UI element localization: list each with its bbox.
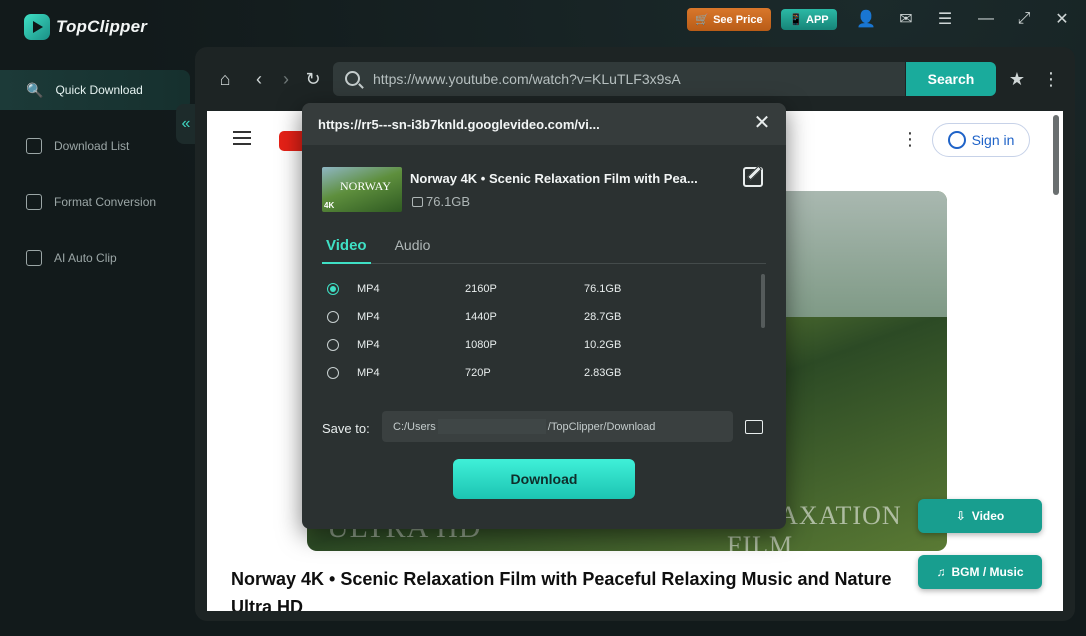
sidebar-item-ai-auto-clip[interactable]: AI Auto Clip xyxy=(0,238,190,278)
dialog-title: https://rr5---sn-i3b7knld.googlevideo.co… xyxy=(302,103,786,145)
mail-icon[interactable]: ✉ xyxy=(896,9,916,29)
minimize-icon[interactable]: — xyxy=(976,9,996,29)
see-price-button[interactable]: 🛒 See Price xyxy=(687,8,771,31)
close-icon[interactable]: ✕ xyxy=(752,113,772,133)
home-icon[interactable]: ⌂ xyxy=(215,69,235,89)
app-logo: TopClipper xyxy=(24,14,147,40)
storage-icon xyxy=(412,196,423,207)
video-float-label: Video xyxy=(971,509,1005,523)
format-type: MP4 xyxy=(357,339,380,351)
video-name: Norway 4K • Scenic Relaxation Film with … xyxy=(410,171,698,186)
video-size-value: 76.1GB xyxy=(426,194,471,209)
save-path-end: /TopClipper/Download xyxy=(547,420,656,433)
format-row[interactable]: MP4 720P 2.83GB xyxy=(322,359,758,387)
video-download-float-button[interactable]: ⇩ Video xyxy=(918,499,1042,533)
format-type: MP4 xyxy=(357,311,380,323)
webview-scrollbar[interactable] xyxy=(1053,115,1059,195)
refresh-icon[interactable]: ↻ xyxy=(303,69,323,89)
save-path-start: C:/Users xyxy=(393,420,436,433)
maximize-icon[interactable]: ⤢ xyxy=(1014,9,1034,29)
star-icon[interactable]: ★ xyxy=(1007,69,1027,89)
format-size: 2.83GB xyxy=(584,367,622,379)
format-type: MP4 xyxy=(357,367,380,379)
app-name: TopClipper xyxy=(56,17,148,36)
tab-video[interactable]: Video xyxy=(322,237,371,264)
sidebar-item-label: Download List xyxy=(54,139,130,153)
sidebar-item-label: Quick Download xyxy=(55,83,143,97)
download-options-dialog: https://rr5---sn-i3b7knld.googlevideo.co… xyxy=(302,103,786,529)
app-button-label: APP xyxy=(806,13,829,26)
app-button[interactable]: 📱 APP xyxy=(781,9,837,30)
thumbnail-label: NORWAY xyxy=(340,179,391,193)
format-size: 76.1GB xyxy=(584,283,622,295)
format-row[interactable]: MP4 1080P 10.2GB xyxy=(322,331,758,359)
download-video-icon: ⇩ xyxy=(955,509,966,523)
phone-icon: 📱 xyxy=(789,14,804,26)
youtube-more-icon[interactable]: ⋮ xyxy=(901,129,919,150)
format-resolution: 1440P xyxy=(465,311,497,323)
youtube-menu-icon[interactable] xyxy=(233,131,251,145)
sign-in-label: Sign in xyxy=(971,132,1015,148)
sidebar-item-download-list[interactable]: Download List xyxy=(0,126,190,166)
video-title: Norway 4K • Scenic Relaxation Film with … xyxy=(231,569,892,611)
forward-icon[interactable]: › xyxy=(276,69,296,89)
music-download-float-button[interactable]: ♫ BGM / Music xyxy=(918,555,1042,589)
format-list-scrollbar[interactable] xyxy=(761,274,765,328)
download-button[interactable]: Download xyxy=(453,459,635,499)
tab-audio[interactable]: Audio xyxy=(391,237,435,264)
more-options-icon[interactable]: ⋮ xyxy=(1041,69,1061,89)
thumbnail-badge: 4K xyxy=(324,201,335,210)
download-list-icon xyxy=(26,138,42,154)
sidebar: 🔍 Quick Download Download List Format Co… xyxy=(0,70,190,294)
format-row[interactable]: MP4 2160P 76.1GB xyxy=(322,275,758,303)
format-type: MP4 xyxy=(357,283,380,295)
close-window-icon[interactable]: ✕ xyxy=(1052,9,1072,29)
see-price-label: See Price xyxy=(713,13,763,26)
back-icon[interactable]: ‹ xyxy=(249,69,269,89)
sidebar-item-quick-download[interactable]: 🔍 Quick Download xyxy=(0,70,190,110)
save-path-field[interactable]: C:/Users /TopClipper/Download xyxy=(382,411,733,442)
search-button[interactable]: Search xyxy=(906,62,996,96)
logo-icon xyxy=(24,14,50,40)
format-radio[interactable] xyxy=(327,311,339,323)
format-radio[interactable] xyxy=(327,339,339,351)
folder-icon[interactable] xyxy=(745,420,763,434)
format-conversion-icon xyxy=(26,194,42,210)
music-float-label: BGM / Music xyxy=(951,565,1024,579)
collapse-sidebar-icon[interactable]: « xyxy=(176,104,196,144)
music-icon: ♫ xyxy=(936,565,946,579)
sidebar-item-label: AI Auto Clip xyxy=(54,251,117,265)
format-radio[interactable] xyxy=(327,367,339,379)
ai-clip-icon xyxy=(26,250,42,266)
video-thumbnail: NORWAY 4K xyxy=(322,167,402,212)
format-size: 10.2GB xyxy=(584,339,622,351)
user-circle-icon xyxy=(947,131,966,149)
search-icon: 🔍 xyxy=(26,81,44,98)
url-search-icon xyxy=(345,71,360,86)
redacted-username xyxy=(437,419,546,434)
format-radio-selected[interactable] xyxy=(327,283,339,295)
media-tabs: Video Audio xyxy=(322,237,766,264)
format-resolution: 720P xyxy=(465,367,491,379)
format-row[interactable]: MP4 1440P 28.7GB xyxy=(322,303,758,331)
save-to-label: Save to: xyxy=(322,421,370,436)
sidebar-item-label: Format Conversion xyxy=(54,195,157,209)
sign-in-button[interactable]: Sign in xyxy=(932,123,1030,157)
cart-icon: 🛒 xyxy=(695,14,710,26)
url-input[interactable]: https://www.youtube.com/watch?v=KLuTLF3x… xyxy=(333,62,905,96)
format-resolution: 1080P xyxy=(465,339,497,351)
format-size: 28.7GB xyxy=(584,311,622,323)
sidebar-item-format-conversion[interactable]: Format Conversion xyxy=(0,182,190,222)
edit-icon[interactable] xyxy=(743,167,763,187)
menu-icon[interactable]: ☰ xyxy=(935,9,955,29)
video-size: 76.1GB xyxy=(412,194,470,209)
account-icon[interactable]: 👤 xyxy=(856,9,876,29)
format-list: MP4 2160P 76.1GB MP4 1440P 28.7GB MP4 10… xyxy=(322,275,758,387)
format-resolution: 2160P xyxy=(465,283,497,295)
url-text: https://www.youtube.com/watch?v=KLuTLF3x… xyxy=(373,71,681,87)
